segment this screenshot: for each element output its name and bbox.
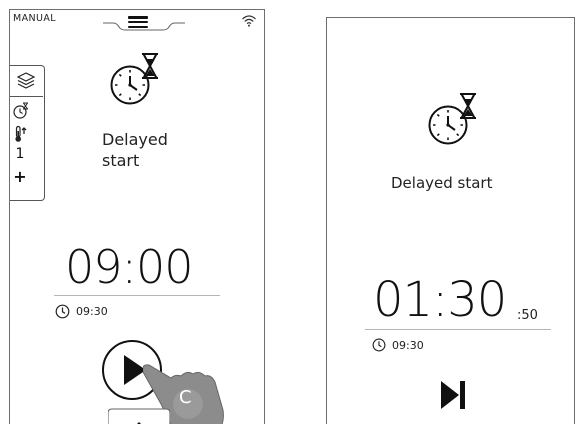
end-time-value: 09:30 xyxy=(76,305,108,318)
plus-icon[interactable]: + xyxy=(10,167,31,186)
delayed-start-title: Delayed start xyxy=(102,130,168,170)
delay-time[interactable]: 09:00 xyxy=(65,240,194,294)
delayed-start-icon xyxy=(110,53,158,105)
countdown-time: 01:30 xyxy=(373,272,507,328)
divider xyxy=(54,295,220,296)
end-time: 09:30 xyxy=(372,338,424,352)
hamburger-menu-icon[interactable] xyxy=(128,16,148,29)
delayed-start-icon xyxy=(428,93,476,145)
layers-icon xyxy=(16,72,36,89)
end-time-value: 09:30 xyxy=(392,338,424,352)
side-panel: 1 + xyxy=(10,65,45,201)
wifi-icon xyxy=(242,15,256,27)
side-level: 1 xyxy=(15,146,25,162)
oven-screen-running: Delayed start 01:30 :50 09:30 xyxy=(326,17,575,424)
clock-icon xyxy=(55,304,70,319)
divider xyxy=(365,329,551,330)
layers-button[interactable] xyxy=(10,66,43,97)
bottom-tab-notch xyxy=(108,408,170,424)
touch-marker-label: C xyxy=(179,387,192,408)
countdown-seconds: :50 xyxy=(517,308,538,323)
mode-label: MANUAL xyxy=(13,13,56,24)
timer-icon[interactable] xyxy=(12,102,30,120)
oven-screen-manual: MANUAL 1 + Delayed start 09:00 09:30 C xyxy=(9,9,265,424)
clock-icon xyxy=(372,338,386,352)
thermometer-icon[interactable] xyxy=(12,125,30,143)
end-time: 09:30 xyxy=(55,304,108,319)
delayed-start-title: Delayed start xyxy=(391,174,493,192)
skip-next-icon[interactable] xyxy=(437,379,469,411)
